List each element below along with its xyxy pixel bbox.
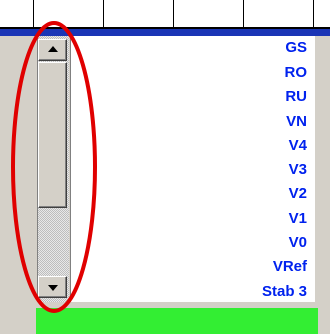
arrow-down-icon	[47, 285, 58, 291]
status-bar	[36, 308, 318, 334]
ruler-tick	[173, 0, 174, 27]
header-bar	[0, 29, 330, 36]
list-item[interactable]: V4	[289, 135, 307, 157]
list-item[interactable]: V2	[289, 183, 307, 205]
list-item[interactable]: RU	[285, 86, 307, 108]
timeline-ruler	[0, 0, 330, 30]
signal-list: GS RO RU VN V4 V3 V2 V1 V0 VRef Stab 3	[70, 36, 315, 302]
list-item[interactable]: V3	[289, 159, 307, 181]
list-item[interactable]: RO	[285, 62, 308, 84]
list-item[interactable]: GS	[285, 37, 307, 59]
ruler-tick	[243, 0, 244, 27]
left-margin	[0, 36, 36, 334]
list-item[interactable]: V1	[289, 208, 307, 230]
ruler-tick	[103, 0, 104, 27]
list-item[interactable]: V0	[289, 232, 307, 254]
list-item[interactable]: VRef	[273, 256, 307, 278]
vertical-scrollbar[interactable]	[37, 36, 69, 302]
scroll-down-button[interactable]	[38, 276, 67, 298]
ruler-tick	[313, 0, 314, 27]
scrollbar-thumb[interactable]	[38, 62, 67, 208]
arrow-up-icon	[47, 46, 58, 52]
list-item[interactable]: VN	[286, 111, 307, 133]
scroll-up-button[interactable]	[38, 39, 67, 61]
list-item[interactable]: Stab 3	[262, 281, 307, 302]
ruler-tick	[33, 0, 34, 27]
